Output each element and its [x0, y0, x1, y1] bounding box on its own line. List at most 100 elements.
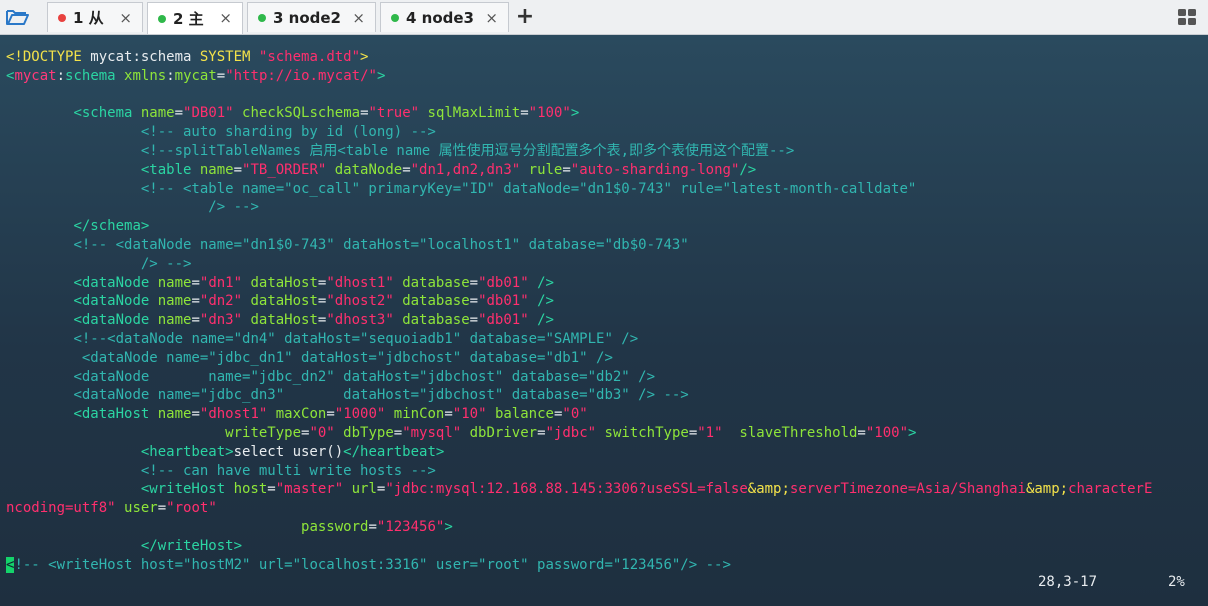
code-line: <!-- <writeHost host="hostM2" url="local… — [6, 556, 731, 573]
code-line: <dataNode name="dn2" dataHost="dhost2" d… — [6, 293, 554, 309]
code-token: <!-- auto sharding by id (long) --> — [140, 124, 436, 141]
code-token: <schema — [73, 105, 141, 122]
plus-icon: + — [515, 4, 535, 29]
status-dot — [158, 14, 166, 23]
code-token: "db01" — [478, 293, 538, 310]
folder-open-icon[interactable] — [2, 5, 32, 29]
code-token: <!-- <dataNode name="dn1$0-743" dataHost… — [73, 236, 689, 253]
close-icon[interactable]: × — [352, 9, 365, 27]
code-token: dataHost — [250, 293, 318, 310]
code-token: "10" — [452, 406, 495, 423]
code-token: <table — [140, 161, 200, 178]
code-token: "dn2" — [199, 293, 251, 310]
code-token: > — [376, 67, 386, 84]
code-token: dbDriver — [469, 424, 538, 441]
code-token: <!DOCTYPE — [6, 49, 91, 65]
code-token: <dataNode name="jdbc_dn3" dataHost="jdbc… — [73, 387, 689, 404]
code-token: rule — [528, 161, 563, 178]
code-line: <!-- <dataNode name="dn1$0-743" dataHost… — [6, 236, 689, 253]
code-token: checkSQLschema — [242, 105, 361, 122]
code-token: <dataNode — [73, 293, 158, 310]
code-line: <heartbeat>select user()</heartbeat> — [6, 444, 444, 460]
code-view[interactable]: <!DOCTYPE mycat:schema SYSTEM "schema.dt… — [6, 48, 1152, 574]
code-token: SYSTEM — [199, 49, 259, 65]
code-token: sqlMaxLimit — [427, 105, 521, 122]
tab-1[interactable]: 1 从 × — [47, 2, 143, 32]
code-token: > — [360, 49, 369, 65]
tab-4[interactable]: 4 node3 × — [380, 2, 509, 32]
code-token: select user() — [233, 443, 344, 460]
code-token: = — [537, 424, 546, 441]
code-line: <schema name="DB01" checkSQLschema="true… — [6, 105, 579, 121]
code-token: dataHost — [250, 312, 318, 329]
code-line: <!--splitTableNames 启用<table name 属性使用逗号… — [6, 143, 794, 159]
status-dot — [391, 13, 399, 22]
code-line: /> --> — [6, 255, 192, 272]
code-token: "mysql" — [402, 424, 470, 441]
code-token: /> --> — [140, 255, 192, 272]
code-token: database — [402, 293, 470, 310]
code-token: <dataNode — [73, 312, 158, 329]
code-token: = — [444, 406, 453, 423]
code-token: "DB01" — [183, 105, 243, 122]
code-token: switchType — [604, 424, 689, 441]
terminal-editor[interactable]: <!DOCTYPE mycat:schema SYSTEM "schema.dt… — [0, 35, 1208, 606]
code-token: "dhost2" — [326, 293, 403, 310]
code-token: "1000" — [334, 406, 394, 423]
code-line: <dataNode name="dn1" dataHost="dhost1" d… — [6, 275, 554, 291]
code-token: mycat — [174, 67, 217, 84]
code-token: database — [402, 312, 470, 329]
code-token: !-- <writeHost host="hostM2" url="localh… — [14, 556, 731, 573]
code-token: = — [233, 161, 243, 178]
code-line: password="123456"> — [6, 519, 453, 535]
code-token: </schema> — [73, 218, 150, 235]
close-icon[interactable]: × — [219, 9, 232, 27]
new-tab-button[interactable]: + — [513, 5, 537, 29]
tab-label: 2 主 — [173, 10, 204, 28]
code-line: /> --> — [6, 199, 259, 215]
close-icon[interactable]: × — [485, 9, 498, 27]
code-token: = — [267, 481, 276, 498]
code-token: xmlns — [124, 67, 167, 84]
code-token: minCon — [393, 406, 445, 423]
code-line: <!-- auto sharding by id (long) --> — [6, 124, 436, 140]
code-token: mycat:schema — [90, 49, 200, 65]
tab-3[interactable]: 3 node2 × — [247, 2, 376, 32]
code-token: user — [124, 500, 158, 517]
code-token: <dataNode name="jdbc_dn1" dataHost="jdbc… — [81, 349, 613, 366]
tab-bar: 1 从 × 2 主 × 3 node2 × 4 node3 × + — [0, 0, 1208, 35]
tab-label: 3 node2 — [273, 8, 341, 27]
code-token: name — [157, 293, 192, 310]
code-token: "dhost1" — [326, 274, 403, 291]
code-token: <!--<dataNode name="dn4" dataHost="sequo… — [73, 330, 639, 347]
code-token: = — [360, 105, 369, 122]
code-token: = — [469, 274, 479, 291]
code-token: = — [191, 406, 200, 423]
code-token: serverTimezone=Asia/Shanghai — [789, 481, 1026, 498]
code-token: "123456" — [376, 518, 445, 535]
code-token: "db01" — [478, 274, 538, 291]
grid-layout-icon[interactable] — [1174, 5, 1200, 29]
code-token: name — [157, 312, 192, 329]
code-line: <dataNode name="jdbc_dn1" dataHost="jdbc… — [6, 350, 613, 366]
code-line: <!-- can have multi write hosts --> — [6, 463, 436, 479]
code-token: name — [157, 274, 192, 291]
code-token: = — [326, 406, 335, 423]
close-icon[interactable]: × — [119, 9, 132, 27]
code-token: "jdbc:mysql:12.168.88.145:3306?useSSL=fa… — [385, 481, 748, 498]
cursor-position: 28,3-17 — [1038, 574, 1098, 590]
code-line: <mycat:schema xmlns:mycat="http://io.myc… — [6, 68, 385, 84]
code-line: <table name="TB_ORDER" dataNode="dn1,dn2… — [6, 162, 756, 178]
code-token: = — [520, 105, 529, 122]
tab-2[interactable]: 2 主 × — [147, 2, 243, 34]
